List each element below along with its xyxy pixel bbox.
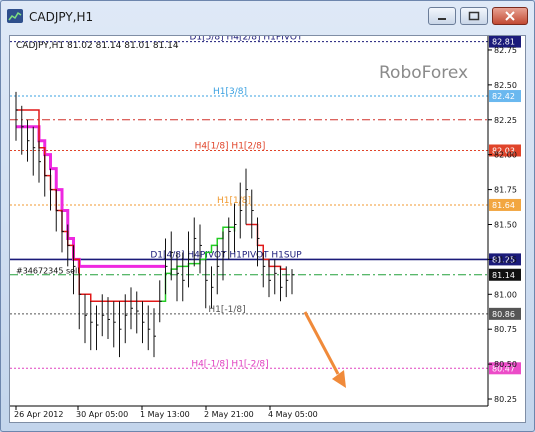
arrow-shaft xyxy=(303,311,340,375)
price-tick-label: 82.00 xyxy=(494,151,517,160)
price-tick-label: 80.50 xyxy=(494,360,517,369)
level-label: D1[4/8] H4PIVOT H1PIVOT H1SUP xyxy=(150,250,302,260)
order-label: #34672345 sell xyxy=(16,267,80,276)
chart-window: CADJPY,H1 CADJPY,H1 81.02 81.14 81.01 81… xyxy=(0,0,535,432)
minimize-button[interactable] xyxy=(428,7,456,25)
price-tick-label: 80.75 xyxy=(494,325,517,334)
level-label: D1[5/8] H4[2/8] H1PIVOT xyxy=(189,36,303,43)
time-tick-label: 4 May 05:00 xyxy=(268,410,318,419)
window-title: CADJPY,H1 xyxy=(29,10,94,24)
price-tick-label: 82.50 xyxy=(494,81,517,90)
close-icon xyxy=(505,11,515,21)
time-tick-label: 2 May 21:00 xyxy=(204,410,254,419)
price-axis: 82.75 82.50 82.25 82.00 81.75 81.50 81.25 81.00… xyxy=(10,36,517,407)
title-bar[interactable]: CADJPY,H1 xyxy=(1,1,534,31)
level-label: H4[1/8] H1[2/8] xyxy=(195,141,266,151)
chart-app-icon xyxy=(7,9,23,23)
price-tick-label: 81.00 xyxy=(494,290,517,299)
maximize-button[interactable] xyxy=(460,7,488,25)
price-tag-label: 80.86 xyxy=(492,310,515,319)
order-layer: #34672345 sell xyxy=(16,267,80,276)
level-label: H1[-1/8] xyxy=(208,305,245,315)
maximize-icon xyxy=(468,11,480,21)
forecast-arrow xyxy=(303,311,346,388)
time-tick-label: 1 May 13:00 xyxy=(140,410,190,419)
watermark: RoboForex xyxy=(379,63,468,83)
levels-layer: D1[5/8] H4[2/8] H1PIVOT 82.81H1[3/8] 82.42… xyxy=(10,33,521,375)
ohlc-header: CADJPY,H1 81.02 81.14 81.01 81.14 xyxy=(16,41,179,51)
price-tick-label: 81.25 xyxy=(494,255,517,264)
price-chart[interactable]: CADJPY,H1 81.02 81.14 81.01 81.14 RoboFo… xyxy=(9,33,526,423)
chart-canvas[interactable]: CADJPY,H1 81.02 81.14 81.01 81.14 RoboFo… xyxy=(10,33,525,422)
price-tag-label: 81.14 xyxy=(492,271,515,280)
level-label: H4[-1/8] H1[-2/8] xyxy=(191,359,268,369)
time-tick-label: 26 Apr 2012 xyxy=(14,410,63,419)
price-tick-label: 80.25 xyxy=(494,395,517,404)
price-tick-label: 81.75 xyxy=(494,186,517,195)
price-tick-label: 81.50 xyxy=(494,220,517,229)
price-tag-label: 82.42 xyxy=(492,92,515,101)
level-label: H1[3/8] xyxy=(213,87,247,97)
price-tag-label: 81.64 xyxy=(492,201,515,210)
time-axis: 26 Apr 2012 30 Apr 05:00 1 May 13:00 2 May … xyxy=(14,406,318,419)
price-tick-label: 82.75 xyxy=(494,46,517,55)
close-button[interactable] xyxy=(492,7,528,25)
price-tick-label: 82.25 xyxy=(494,116,517,125)
minimize-icon xyxy=(438,18,446,20)
time-tick-label: 30 Apr 05:00 xyxy=(76,410,128,419)
